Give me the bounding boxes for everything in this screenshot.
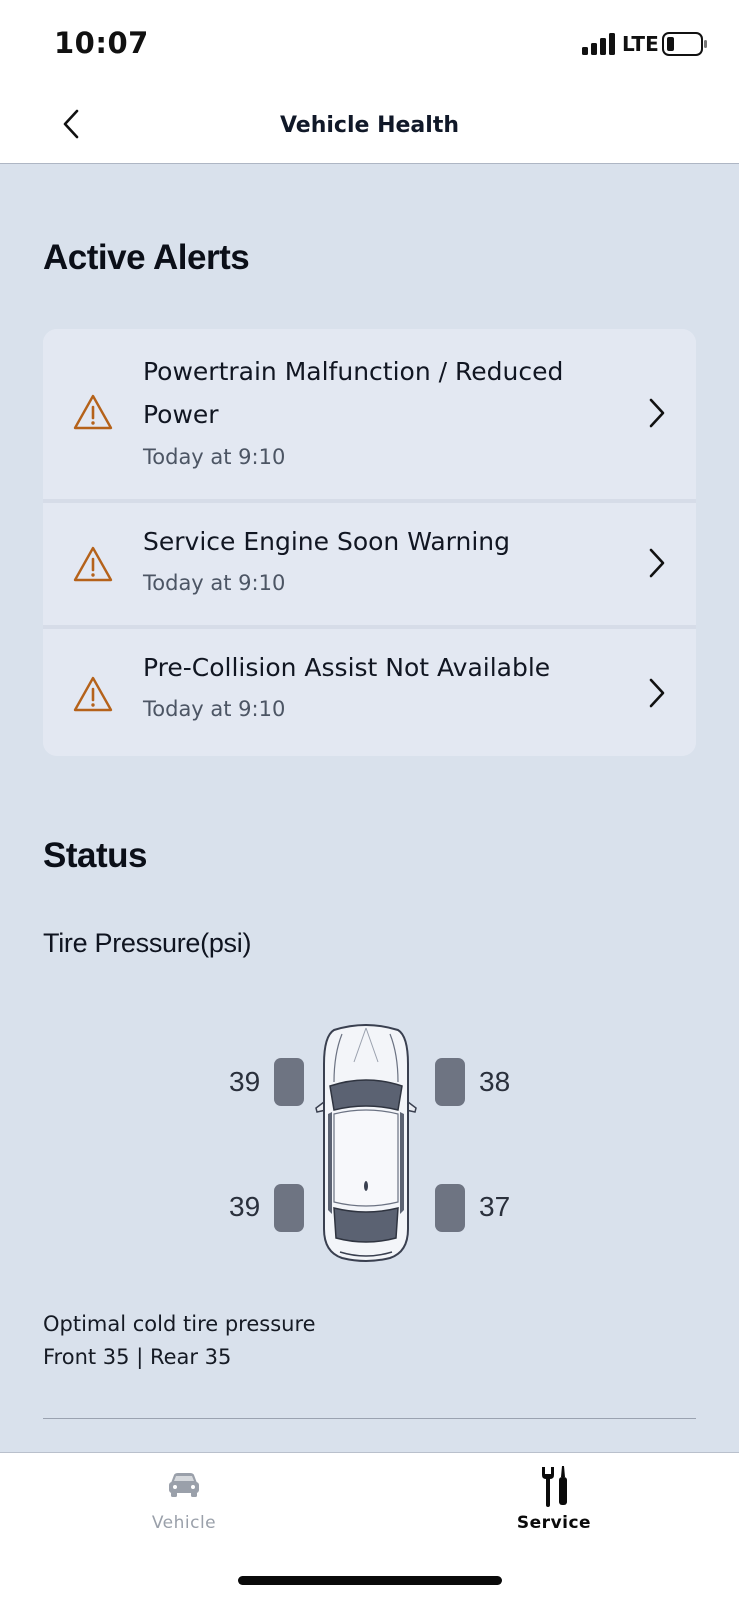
alert-time: Today at 9:10 (143, 697, 286, 721)
chevron-right-icon (649, 548, 665, 578)
tire-rear-right (435, 1184, 465, 1232)
active-alerts-heading: Active Alerts (43, 238, 250, 277)
warning-icon (73, 546, 113, 582)
optimal-pressure-label: Optimal cold tire pressure (43, 1312, 316, 1336)
tire-value-front-right: 38 (479, 1066, 511, 1097)
alert-title: Service Engine Soon Warning (143, 527, 511, 556)
optimal-pressure-values: Front 35 | Rear 35 (43, 1345, 232, 1369)
car-icon (169, 1473, 199, 1497)
warning-icon (73, 676, 113, 712)
car-top-view-icon (315, 1024, 417, 1262)
signal-icon (582, 33, 615, 55)
alert-time: Today at 9:10 (143, 571, 286, 595)
tire-front-right (435, 1058, 465, 1106)
tab-label: Vehicle (151, 1513, 217, 1533)
tire-pressure-title: Tire Pressure(psi) (43, 928, 252, 958)
tab-vehicle[interactable]: Vehicle (104, 1467, 264, 1537)
warning-icon (73, 394, 113, 430)
network-label: LTE (622, 32, 659, 56)
tire-rear-left (274, 1184, 304, 1232)
status-bar: 10:07 LTE (0, 0, 739, 88)
home-indicator (238, 1576, 502, 1585)
alert-time: Today at 9:10 (143, 445, 286, 469)
tire-value-rear-left: 39 (229, 1191, 261, 1222)
tab-service[interactable]: Service (474, 1466, 634, 1537)
alert-title: Powertrain Malfunction / Reduced Power (143, 357, 564, 429)
alert-item-service-engine[interactable]: Service Engine Soon Warning Today at 9:1… (43, 503, 696, 625)
tire-front-left (274, 1058, 304, 1106)
alert-title: Pre-Collision Assist Not Available (143, 653, 551, 682)
nav-bar: Vehicle Health (0, 88, 739, 164)
alert-item-powertrain[interactable]: Powertrain Malfunction / Reduced Power T… (43, 329, 696, 499)
tab-label: Service (516, 1513, 592, 1533)
status-heading: Status (43, 836, 147, 875)
tools-icon (542, 1466, 567, 1507)
status-time: 10:07 (54, 26, 149, 60)
alerts-card: Powertrain Malfunction / Reduced Power T… (43, 329, 696, 756)
tire-value-rear-right: 37 (479, 1191, 511, 1222)
chevron-right-icon (649, 678, 665, 708)
tire-value-front-left: 39 (229, 1066, 261, 1097)
alert-item-pre-collision[interactable]: Pre-Collision Assist Not Available Today… (43, 629, 696, 756)
battery-icon (662, 32, 707, 56)
chevron-right-icon (649, 398, 665, 428)
page-title: Vehicle Health (279, 113, 459, 138)
divider (43, 1418, 696, 1419)
